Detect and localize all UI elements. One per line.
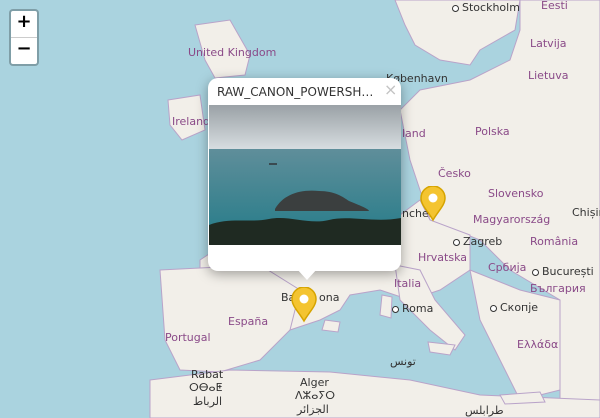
label-rabat: Rabat [191, 368, 224, 381]
zoom-out-button[interactable]: − [11, 37, 37, 64]
label-polska: Polska [475, 125, 510, 138]
label-lietuva: Lietuva [528, 69, 569, 82]
label-italia: Italia [394, 277, 422, 290]
label-romania: România [530, 235, 579, 248]
zoom-control: + − [9, 9, 39, 66]
label-eesti: Eesti [541, 0, 568, 12]
label-alger-tifinagh: ⴷⵣⴰⵢⵔ [295, 389, 336, 402]
popup-close-button[interactable]: × [384, 80, 397, 99]
label-ellada: Ελλάδα [517, 338, 559, 351]
zoom-in-button[interactable]: + [11, 11, 37, 37]
map-canvas[interactable]: Stockholm Eesti Latvija Lietuva United K… [0, 0, 600, 418]
label-tarabulus: طرابلس [465, 404, 504, 417]
label-barcelona-right: ona [319, 291, 340, 304]
label-roma: Roma [392, 303, 433, 315]
label-latvija: Latvija [530, 37, 567, 50]
popup-title: RAW_CANON_POWERSHO… [217, 85, 377, 99]
label-srbija: Србија [488, 261, 527, 274]
popup-photo[interactable] [209, 105, 401, 245]
label-stockholm: Stockholm [452, 2, 520, 14]
popup-tip [296, 268, 318, 280]
label-bucuresti: București [532, 266, 594, 278]
label-united-kingdom: United Kingdom [188, 46, 277, 59]
label-zagreb: Zagreb [453, 236, 502, 248]
label-magyarorszag: Magyarország [473, 213, 551, 226]
photo-marker-munich[interactable] [418, 186, 448, 222]
label-hrvatska: Hrvatska [418, 251, 468, 264]
label-chisinau: Chișin [572, 206, 600, 219]
label-ireland: Ireland [172, 115, 211, 128]
label-alger: Alger [300, 376, 329, 389]
label-tunis: تونس [390, 355, 416, 368]
label-rabat-tifinagh: ⵔⴱⴰⵟ [189, 381, 223, 394]
label-portugal: Portugal [165, 331, 211, 344]
label-cesko: Česko [438, 167, 471, 180]
label-alger-arabic: الجزائر [297, 403, 329, 416]
photo-marker-barcelona[interactable] [289, 287, 319, 323]
label-land: land [402, 127, 426, 140]
label-espana: España [228, 315, 269, 328]
photo-popup: RAW_CANON_POWERSHO… × [208, 78, 401, 280]
label-rabat-arabic: الرباط [193, 395, 223, 408]
label-bulgaria: България [530, 282, 586, 295]
label-skopje: Скопје [490, 302, 538, 314]
label-slovensko: Slovensko [488, 187, 544, 200]
